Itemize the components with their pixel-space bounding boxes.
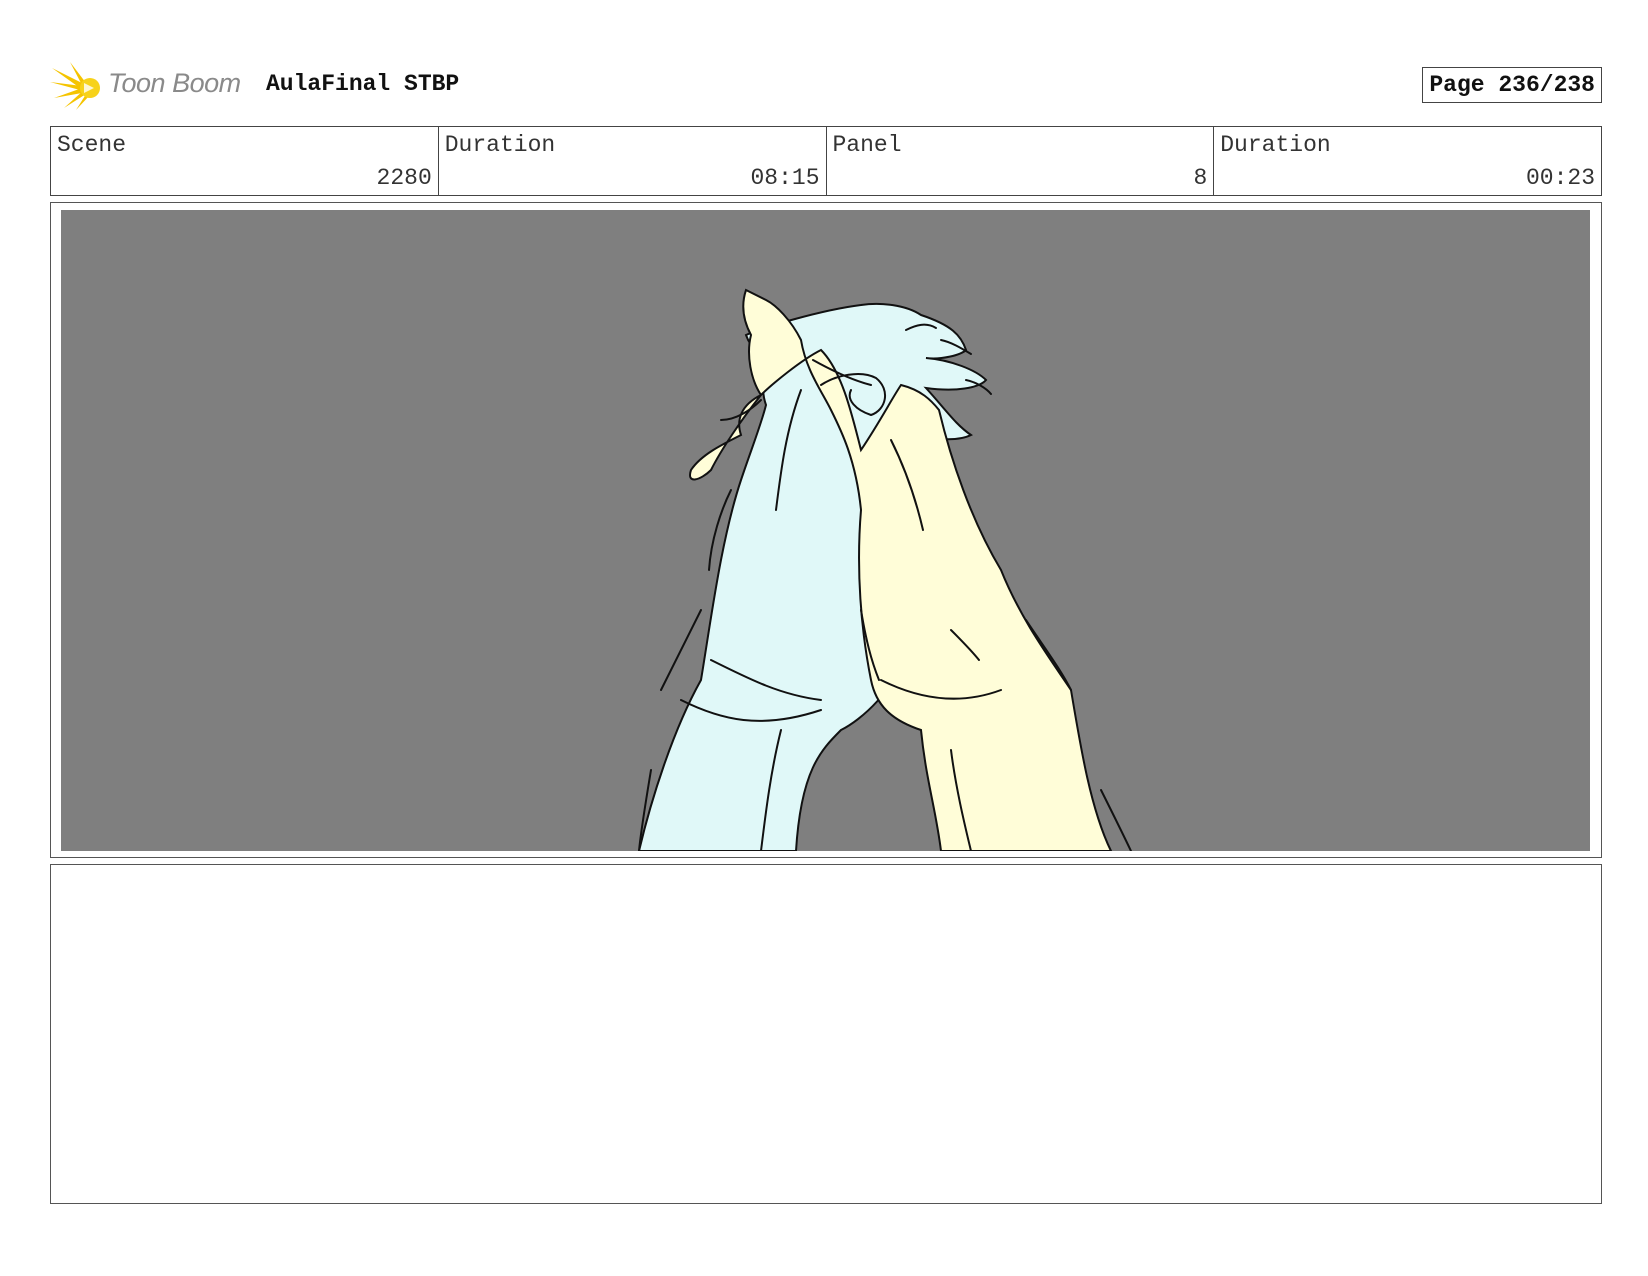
panel-duration-cell: Duration 00:23	[1214, 127, 1601, 195]
starburst-icon	[50, 62, 100, 110]
panel-frame	[50, 202, 1602, 858]
scene-label: Scene	[57, 132, 127, 158]
panel-drawing	[61, 210, 1590, 851]
logo-wordmark: Toon Boom	[108, 68, 241, 98]
scene-duration-label: Duration	[444, 132, 556, 158]
clasped-hands-drawing	[61, 210, 1590, 851]
panel-label: Panel	[832, 132, 902, 158]
panel-value: 8	[1193, 165, 1208, 191]
panel-cell: Panel 8	[827, 127, 1215, 195]
scene-duration-value: 08:15	[750, 165, 820, 191]
scene-duration-cell: Duration 08:15	[439, 127, 827, 195]
panel-duration-label: Duration	[1220, 132, 1331, 158]
scene-value: 2280	[376, 165, 432, 191]
scene-cell: Scene 2280	[51, 127, 439, 195]
scene-info-table: Scene 2280 Duration 08:15 Panel 8 Durati…	[50, 126, 1602, 196]
toon-boom-logo: Toon Boom	[50, 58, 250, 112]
document-title: AulaFinal STBP	[266, 71, 460, 97]
panel-duration-value: 00:23	[1525, 165, 1595, 191]
page-number: Page 236/238	[1422, 67, 1602, 103]
panel-notes-box	[50, 864, 1602, 1204]
page-header: Toon Boom AulaFinal STBP Page 236/238	[50, 58, 1602, 112]
